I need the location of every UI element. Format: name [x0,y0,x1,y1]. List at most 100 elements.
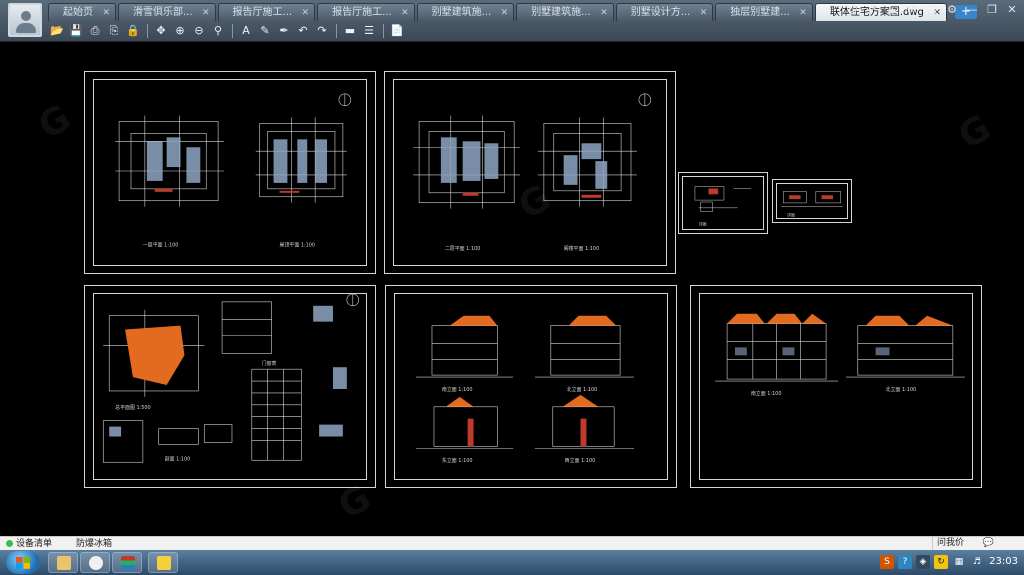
tab-document[interactable]: 滑雪俱乐部... ✕ [118,3,216,21]
measure-icon[interactable]: ▬ [341,23,359,39]
zoom-in-icon[interactable]: ⊕ [171,23,189,39]
sheet-caption: 门窗表 [262,360,277,367]
cad-icon [157,556,171,570]
sheet-caption: 南立面 1:100 [751,390,782,397]
tab-document[interactable]: 别墅建筑施... ✕ [516,3,614,21]
elevation-drawing: 南立面 1:100 北立面 1:100 东立面 1:100 西立面 1:100 [416,315,634,464]
input-method-icon[interactable]: S [880,555,894,569]
drawing-sheet-detail-2: 详图 [772,179,852,223]
close-icon[interactable]: ✕ [1004,3,1020,17]
status-devices-label: 设备清单 [16,539,53,549]
close-icon[interactable]: ✕ [600,4,608,21]
zoom-out-icon[interactable]: ⊖ [190,23,208,39]
help-icon[interactable]: ? [898,555,912,569]
avatar-body [16,23,36,33]
share-icon[interactable]: ↗ [864,3,880,17]
restore-icon[interactable]: ❐ [984,3,1000,17]
status-dot-icon [6,540,13,547]
close-icon[interactable]: ✕ [302,4,310,21]
sheet-caption: 详图 [787,212,795,217]
document-tabs: 起始页 ✕ 滑雪俱乐部... ✕ 报告厅施工... ✕ 报告厅施工... ✕ 别墅建筑施… [48,3,977,21]
zoom-window-icon[interactable]: ⚲ [209,23,227,39]
redo-icon[interactable]: ↷ [313,23,331,39]
sheet-caption: 西立面 1:100 [565,457,596,464]
sheet-caption: 南立面 1:100 [442,386,473,393]
shield-icon[interactable]: ◈ [916,555,930,569]
sheet-caption: 总平面图 1:500 [115,404,151,411]
tab-document[interactable]: 别墅设计方... ✕ [615,3,714,21]
cloud-icon[interactable]: ☁ [884,3,900,17]
toolbar: 📂 💾 ⎙ ⎘ 🔒 ✥ ⊕ ⊖ ⚲ A ✎ ✒ ↶ ↷ ▬ ☰ 📄 [48,22,407,40]
tab-document[interactable]: 别墅建筑施... ✕ [416,3,515,21]
taskbar-cad-viewer[interactable] [148,552,178,573]
avatar-head [21,11,31,21]
pencil-icon[interactable]: ✎ [256,23,274,39]
close-icon[interactable]: ✕ [700,4,708,21]
start-button[interactable] [6,551,40,574]
volume-icon[interactable]: ♬ [970,555,984,569]
drawing-sheet-detail-1: 详图 [678,172,768,234]
tab-document[interactable]: 报告厅施工... ✕ [217,3,316,21]
message-icon[interactable]: ✉ [904,3,920,17]
close-icon[interactable]: ✕ [401,4,409,21]
drawing-sheet-floor-plans-1: 一层平面 1:100 屋顶平面 1:100 [84,71,376,274]
sheet-caption: 北立面 1:100 [886,386,917,393]
taskbar-explorer[interactable] [48,552,78,573]
tab-label: 别墅设计方... [630,7,691,18]
detail-drawing: 详图 [781,191,843,217]
user-avatar[interactable] [8,3,42,37]
tab-label: 独层别墅建... [730,7,790,18]
close-icon[interactable]: ✕ [501,4,509,21]
layers-icon[interactable]: ☰ [360,23,378,39]
drawing-sheet-elevations-1: 南立面 1:100 北立面 1:100 东立面 1:100 西立面 1:100 [385,285,677,488]
open-icon[interactable]: 📂 [48,23,66,39]
ask-price-button[interactable]: 问我价 [931,537,968,550]
user-icon[interactable]: ☺ [844,3,860,17]
sheet-caption: 一层平面 1:100 [143,242,179,248]
detail-drawing: 详图 [694,186,752,226]
windows-logo-icon [16,557,30,569]
window-controls: ☺ ↗ ☁ ✉ □ ⚙ — ❐ ✕ [844,3,1020,17]
lock-print-icon[interactable]: ⎘ [105,23,123,39]
title-bar: 起始页 ✕ 滑雪俱乐部... ✕ 报告厅施工... ✕ 报告厅施工... ✕ 别墅建筑施… [0,0,1024,42]
status-devices[interactable]: 设备清单 [6,538,52,550]
sync-icon[interactable]: ↻ [934,555,948,569]
tab-label: 起始页 [63,7,93,18]
sheet-caption: 北立面 1:100 [567,386,598,393]
pen-icon[interactable]: ✒ [275,23,293,39]
save-icon[interactable]: 💾 [67,23,85,39]
network-icon[interactable]: ▦ [952,555,966,569]
status-fire[interactable]: 防爆冰箱 [76,538,112,550]
text-icon[interactable]: A [237,23,255,39]
status-fire-label: 防爆冰箱 [76,539,113,549]
toolbar-divider [232,24,233,38]
close-icon[interactable]: ✕ [799,4,807,21]
tab-document[interactable]: 报告厅施工... ✕ [317,3,415,21]
zoom-pan-icon[interactable]: ✥ [152,23,170,39]
toolbar-divider [383,24,384,38]
pin-icon[interactable]: □ [924,3,940,17]
tab-label: 别墅建筑施... [531,7,591,18]
print-icon[interactable]: ⎙ [86,23,104,39]
folder-icon [57,556,71,570]
taskbar-app-stack[interactable] [112,552,142,573]
tab-start-page[interactable]: 起始页 ✕ [48,3,116,21]
status-bar: 设备清单 防爆冰箱 问我价 💬 [0,536,1024,550]
tab-document[interactable]: 独层别墅建... ✕ [715,3,813,21]
system-tray: S ? ◈ ↻ ▦ ♬ [880,555,984,569]
site-plan-drawing: 总平面图 1:500 门窗表 剖面 1:100 [102,293,360,463]
undo-icon[interactable]: ↶ [294,23,312,39]
sheet-caption: 二层平面 1:100 [445,246,481,252]
stack-icon [121,556,135,570]
face-icon [89,556,103,570]
taskbar-app-face[interactable] [80,552,110,573]
lock-icon[interactable]: 🔒 [124,23,142,39]
drawing-canvas[interactable]: 一层平面 1:100 屋顶平面 1:100 二层平面 1:100 阁楼平面 1:… [0,42,1024,536]
settings-icon[interactable]: ⚙ [944,3,960,17]
close-icon[interactable]: ✕ [102,4,110,21]
chat-button[interactable]: 💬 [983,537,994,550]
export-icon[interactable]: 📄 [388,23,406,39]
taskbar-clock[interactable]: 23:03 [989,556,1018,567]
close-icon[interactable]: ✕ [202,4,210,21]
minimize-icon[interactable]: — [964,3,980,17]
